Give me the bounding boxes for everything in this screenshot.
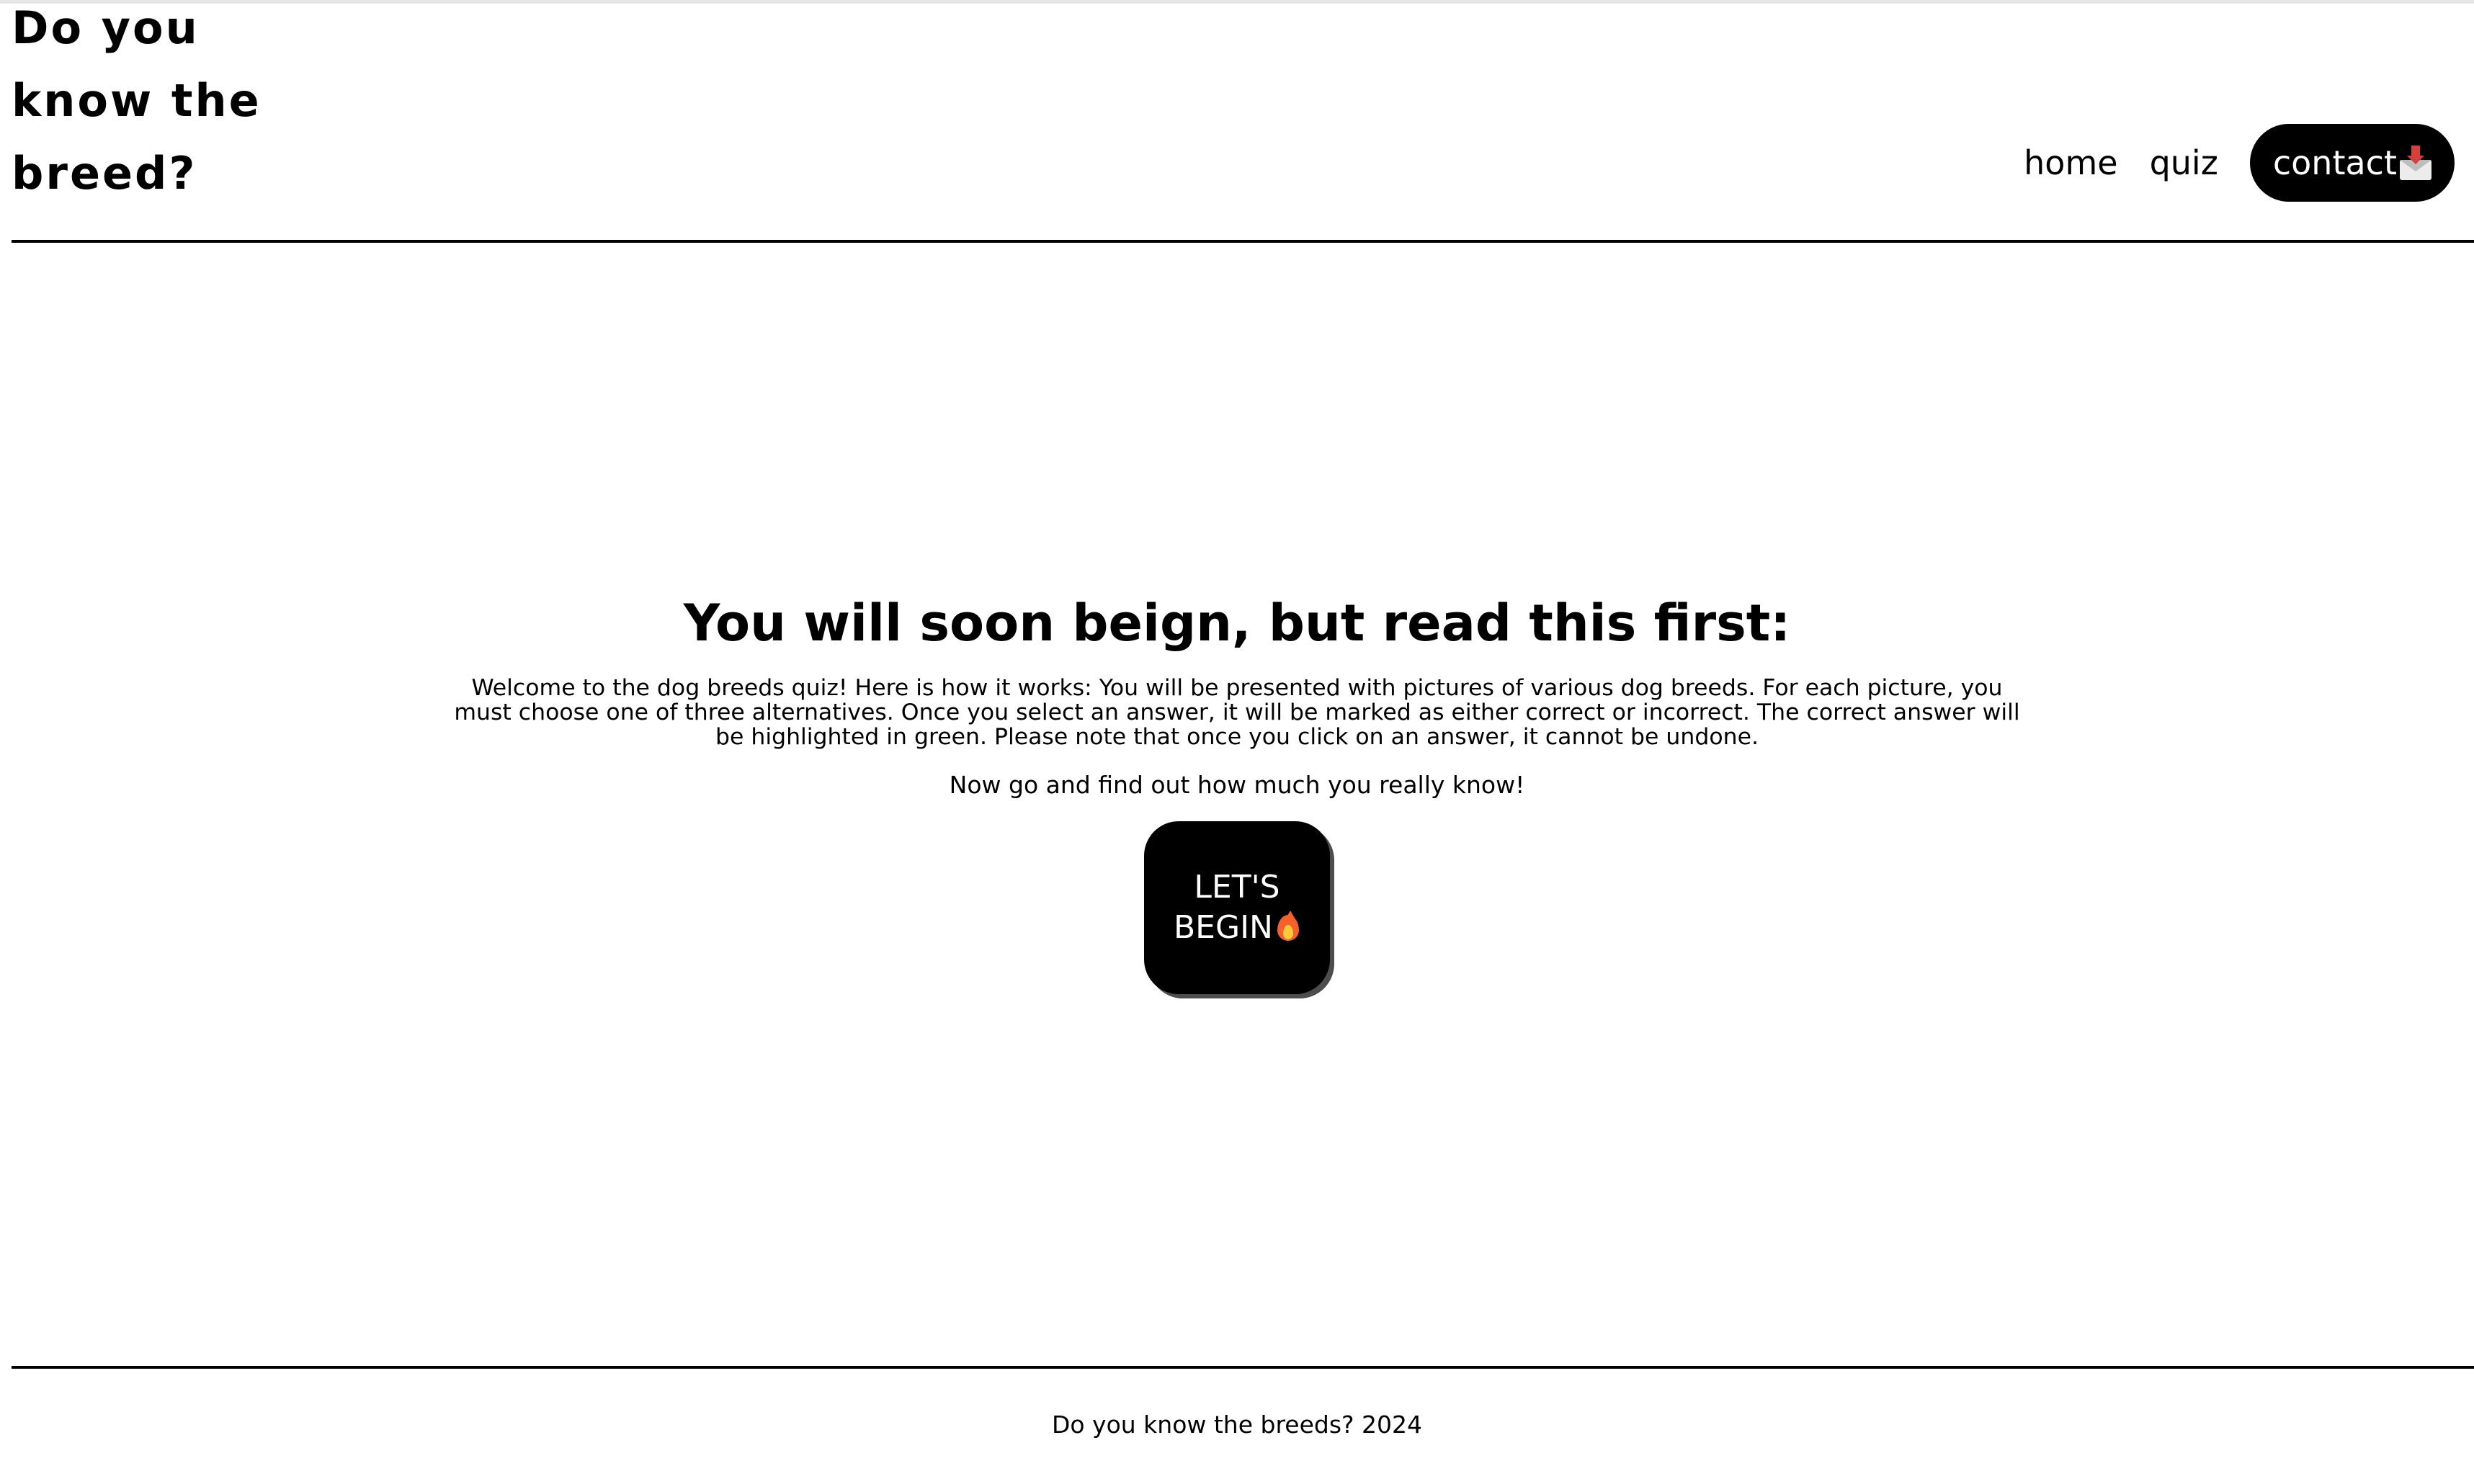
main-nav: home quiz contact	[2024, 124, 2455, 202]
main-content: You will soon beign, but read this first…	[0, 591, 2474, 994]
begin-button-line-2-wrap: BEGIN	[1174, 908, 1300, 948]
nav-contact-button[interactable]: contact	[2249, 124, 2455, 202]
fire-icon	[1276, 911, 1300, 941]
page-heading: You will soon beign, but read this first…	[683, 594, 1791, 653]
begin-button-line-2: BEGIN	[1174, 909, 1273, 946]
envelope-with-arrow-icon	[2400, 146, 2431, 180]
quiz-tagline: Now go and find out how much you really …	[949, 771, 1525, 799]
quiz-instructions: Welcome to the dog breeds quiz! Here is …	[454, 675, 2020, 750]
site-title-line-2: know the	[12, 74, 262, 127]
nav-quiz-link[interactable]: quiz	[2150, 146, 2218, 179]
footer-divider	[12, 1366, 2474, 1369]
site-title: Do you know the breed?	[12, 0, 314, 210]
nav-contact-label: contact	[2272, 143, 2397, 182]
begin-button-line-1: LET'S	[1194, 869, 1280, 906]
site-title-line-3: breed?	[12, 147, 197, 200]
site-title-line-1: Do you	[12, 1, 200, 54]
nav-home-link[interactable]: home	[2024, 146, 2117, 179]
top-border	[0, 0, 2474, 4]
header-divider	[12, 240, 2474, 243]
lets-begin-button[interactable]: LET'S BEGIN	[1144, 821, 1330, 994]
footer-copyright: Do you know the breeds? 2024	[1051, 1411, 1423, 1439]
